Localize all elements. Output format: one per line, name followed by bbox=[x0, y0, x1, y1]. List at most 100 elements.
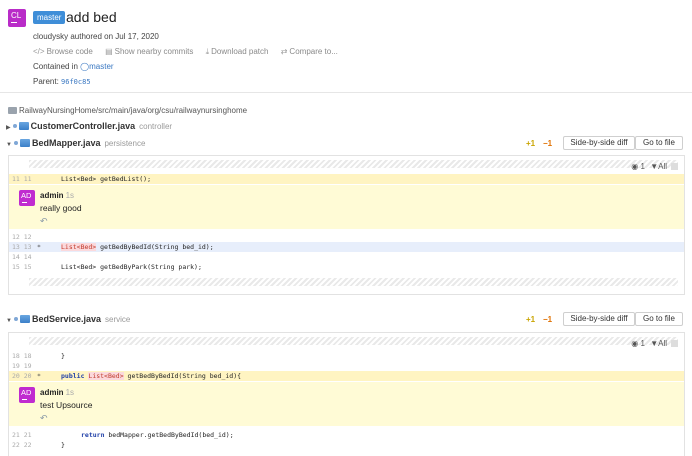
commits-icon: ▤ bbox=[105, 47, 113, 56]
compare-icon: ⇄ bbox=[280, 47, 288, 56]
comment-time: 1s bbox=[65, 388, 75, 397]
line-code: } bbox=[61, 441, 65, 449]
settings-square-icon[interactable] bbox=[671, 163, 678, 170]
keyword-token: public bbox=[61, 372, 85, 380]
code-line[interactable]: 14 14 bbox=[9, 252, 684, 262]
commit-actions: </> Browse code ▤ Show nearby commits ⤓ Dow… bbox=[33, 46, 348, 58]
chevron-down-icon[interactable]: ▼ bbox=[6, 318, 12, 324]
line-number: 12 12 bbox=[12, 233, 32, 241]
review-comment: AD admin 1s test Upsource ↶ bbox=[9, 382, 684, 426]
code-line[interactable]: 12 12 bbox=[9, 232, 684, 242]
reply-icon[interactable]: ↶ bbox=[40, 413, 48, 424]
changed-token: List<Bed> bbox=[61, 243, 97, 251]
side-by-side-diff-button[interactable]: Side-by-side diff bbox=[563, 312, 635, 326]
change-marker: * bbox=[37, 243, 41, 251]
code-line-changed[interactable]: 13 13 * List<Bed> getBedByBedId(String b… bbox=[9, 242, 684, 252]
file-name[interactable]: CustomerController.java bbox=[31, 121, 136, 131]
download-patch-link[interactable]: ⤓ Download patch bbox=[206, 47, 269, 56]
comment-count: 1 bbox=[640, 339, 645, 348]
commenter-avatar: AD bbox=[19, 190, 35, 206]
branch-badge[interactable]: master bbox=[33, 11, 66, 24]
changed-token: List<Bed> bbox=[88, 372, 124, 380]
line-number: 11 11 bbox=[12, 175, 32, 183]
comment-author-line: admin 1s bbox=[40, 388, 74, 397]
comment-bubble-icon: ◉ bbox=[631, 339, 639, 348]
status-dot-icon bbox=[12, 124, 17, 128]
code-line[interactable]: 21 21 return bedMapper.getBedByBedId(bed… bbox=[9, 430, 684, 440]
added-count: +1 bbox=[526, 315, 536, 324]
author-avatar: CL bbox=[8, 9, 26, 27]
code-line[interactable]: 19 19 bbox=[9, 361, 684, 371]
comment-author: admin bbox=[40, 388, 64, 397]
comment-time: 1s bbox=[65, 191, 75, 200]
status-dot-icon bbox=[13, 141, 18, 145]
parent-line: Parent: 96f0c85 bbox=[33, 76, 91, 88]
file-name[interactable]: BedMapper.java bbox=[32, 138, 101, 148]
java-file-icon bbox=[18, 122, 29, 130]
file-package: controller bbox=[139, 122, 173, 131]
download-icon: ⤓ bbox=[205, 47, 210, 56]
line-code: } bbox=[61, 352, 65, 360]
java-file-icon bbox=[19, 315, 30, 323]
file-name[interactable]: BedService.java bbox=[32, 314, 101, 324]
chevron-right-icon[interactable]: ▶ bbox=[6, 125, 11, 131]
line-number: 14 14 bbox=[12, 253, 32, 261]
commit-header: CL master add bed cloudysky authored on … bbox=[0, 0, 692, 93]
diff-view-bedservice: ◉ 1 ▼All 18 18 } 19 19 20 20 * public Li… bbox=[8, 332, 685, 456]
removed-count: −1 bbox=[543, 315, 553, 324]
code-line-changed[interactable]: 20 20 * public List<Bed> getBedByBedId(S… bbox=[9, 371, 684, 381]
comment-text: test Upsource bbox=[40, 400, 93, 410]
browse-code-link[interactable]: </> Browse code bbox=[33, 47, 93, 56]
compare-link[interactable]: ⇄ Compare to... bbox=[281, 47, 338, 56]
file-package: service bbox=[105, 315, 131, 324]
removed-count: −1 bbox=[543, 139, 553, 148]
reply-icon[interactable]: ↶ bbox=[40, 216, 48, 227]
directory-path: RailwayNursingHome/src/main/java/org/csu… bbox=[8, 105, 247, 116]
filter-label[interactable]: All bbox=[658, 162, 667, 171]
filter-label[interactable]: All bbox=[658, 339, 667, 348]
contained-branch-link[interactable]: master bbox=[89, 62, 113, 71]
nearby-commits-label: Show nearby commits bbox=[114, 47, 194, 56]
download-patch-label: Download patch bbox=[211, 47, 269, 56]
side-by-side-diff-button[interactable]: Side-by-side diff bbox=[563, 136, 635, 150]
chevron-down-icon[interactable]: ▼ bbox=[6, 142, 12, 148]
line-code: List<Bed> getBedByPark(String park); bbox=[61, 263, 202, 271]
contained-label: Contained in bbox=[33, 62, 78, 71]
line-code: public List<Bed> getBedByBedId(String be… bbox=[61, 371, 241, 381]
line-code: List<Bed> getBedByBedId(String bed_id); bbox=[61, 242, 214, 252]
code-line[interactable]: 22 22 } bbox=[9, 440, 684, 450]
code-line[interactable]: 11 11 List<Bed> getBedList(); bbox=[9, 174, 684, 184]
comment-bubble-icon: ◉ bbox=[631, 162, 639, 171]
line-number: 19 19 bbox=[12, 362, 32, 370]
branch-icon: ◯ bbox=[80, 62, 90, 71]
compare-label: Compare to... bbox=[289, 47, 338, 56]
line-number: 18 18 bbox=[12, 352, 32, 360]
go-to-file-button[interactable]: Go to file bbox=[635, 136, 683, 150]
file-package: persistence bbox=[104, 139, 146, 148]
line-number: 20 20 bbox=[12, 372, 32, 380]
parent-hash-link[interactable]: 96f0c85 bbox=[61, 78, 91, 86]
path-text: RailwayNursingHome/src/main/java/org/csu… bbox=[19, 106, 248, 115]
file-row-bedservice[interactable]: ▼ BedService.java service bbox=[6, 313, 130, 327]
commit-title: add bed bbox=[66, 9, 117, 25]
comment-author-line: admin 1s bbox=[40, 191, 74, 200]
filter-icon[interactable]: ▼ bbox=[650, 339, 658, 348]
go-to-file-button[interactable]: Go to file bbox=[635, 312, 683, 326]
file-row-customercontroller[interactable]: ▶ CustomerController.java controller bbox=[6, 120, 172, 134]
code-line[interactable]: 18 18 } bbox=[9, 351, 684, 361]
commenter-avatar: AD bbox=[19, 387, 35, 403]
avatar-initials: AD bbox=[21, 388, 32, 397]
filter-icon[interactable]: ▼ bbox=[650, 162, 658, 171]
avatar-initials: AD bbox=[21, 191, 32, 200]
settings-square-icon[interactable] bbox=[671, 340, 678, 347]
line-number: 22 22 bbox=[12, 441, 32, 449]
keyword-token: return bbox=[81, 431, 105, 439]
comment-author: admin bbox=[40, 191, 64, 200]
avatar-initials: CL bbox=[11, 11, 22, 20]
line-code-rest: getBedByBedId(String bed_id){ bbox=[123, 372, 242, 380]
file-row-bedmapper[interactable]: ▼ BedMapper.java persistence bbox=[6, 137, 145, 151]
line-number: 15 15 bbox=[12, 263, 32, 271]
added-count: +1 bbox=[526, 139, 536, 148]
code-line[interactable]: 15 15 List<Bed> getBedByPark(String park… bbox=[9, 262, 684, 272]
nearby-commits-link[interactable]: ▤ Show nearby commits bbox=[105, 47, 193, 56]
